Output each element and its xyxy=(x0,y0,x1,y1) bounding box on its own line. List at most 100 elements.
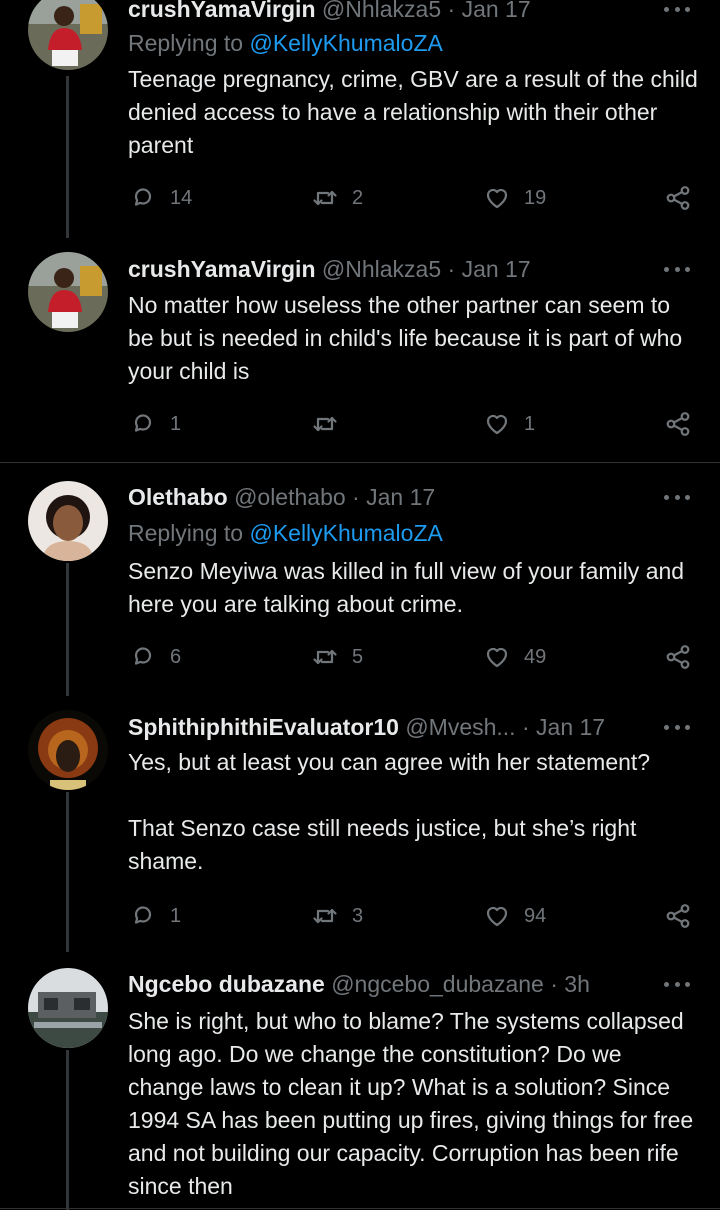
timestamp[interactable]: Jan 17 xyxy=(462,256,531,282)
reply-count: 1 xyxy=(170,412,182,435)
reply-count: 14 xyxy=(170,186,193,209)
reply-icon xyxy=(134,647,152,665)
retweet-icon xyxy=(313,649,337,665)
reply-icon xyxy=(134,188,152,206)
more-icon[interactable] xyxy=(664,254,690,284)
retweet-count: 2 xyxy=(352,186,364,209)
user-handle[interactable]: @olethabo xyxy=(234,484,346,510)
tweet[interactable]: Ngcebo dubazane @ngcebo_dubazane · 3h Sh… xyxy=(0,952,720,1210)
replying-to-prefix: Replying to xyxy=(128,520,250,546)
avatar-photo xyxy=(28,252,108,332)
retweet-icon xyxy=(313,416,337,432)
reply-button[interactable]: 6 xyxy=(128,639,181,675)
tweet-actions: 1 1 xyxy=(128,406,698,442)
avatar[interactable] xyxy=(28,252,108,332)
share-button[interactable] xyxy=(663,180,693,216)
tweet-actions: 1 3 94 xyxy=(128,898,698,934)
tweet-text: No matter how useless the other partner … xyxy=(128,292,683,384)
tweet-header: Olethabo @olethabo · Jan 17 xyxy=(128,482,650,512)
retweet-button[interactable] xyxy=(310,406,352,442)
user-handle[interactable]: @Mvesh... xyxy=(405,714,515,740)
mention-link[interactable]: @KellyKhumaloZA xyxy=(249,30,442,56)
thread-line xyxy=(66,76,69,238)
replying-to-prefix: Replying to xyxy=(128,30,250,56)
tweet-actions: 6 5 49 xyxy=(128,639,698,675)
tweet-text: Senzo Meyiwa was killed in full view of … xyxy=(128,558,685,617)
timestamp[interactable]: Jan 17 xyxy=(366,484,435,510)
heart-icon xyxy=(486,647,508,668)
retweet-count: 5 xyxy=(352,645,364,668)
more-icon[interactable] xyxy=(664,482,690,512)
more-icon[interactable] xyxy=(664,969,690,999)
reply-icon xyxy=(134,414,152,432)
like-count: 19 xyxy=(524,186,547,209)
share-button[interactable] xyxy=(663,898,693,934)
thread-line xyxy=(66,792,69,952)
tweet[interactable]: Olethabo @olethabo · Jan 17 Replying to … xyxy=(0,463,720,696)
retweet-icon xyxy=(313,190,337,206)
mention-link[interactable]: @KellyKhumaloZA xyxy=(249,520,442,546)
share-icon xyxy=(666,645,690,669)
display-name[interactable]: Olethabo xyxy=(128,484,228,510)
divider xyxy=(0,1208,720,1209)
avatar[interactable] xyxy=(28,481,108,561)
heart-icon xyxy=(486,414,508,435)
tweet[interactable]: crushYamaVirgin @Nhlakza5 · Jan 17 Reply… xyxy=(0,0,720,238)
replying-to: Replying to @KellyKhumaloZA xyxy=(128,518,443,548)
like-button[interactable]: 1 xyxy=(482,406,535,442)
thread-line xyxy=(66,1050,69,1210)
user-handle[interactable]: @Nhlakza5 xyxy=(322,256,441,282)
retweet-count: 3 xyxy=(352,904,364,927)
like-button[interactable]: 49 xyxy=(482,639,546,675)
avatar[interactable] xyxy=(28,710,108,790)
timestamp[interactable]: Jan 17 xyxy=(536,714,605,740)
share-icon xyxy=(666,904,690,928)
like-count: 1 xyxy=(524,412,536,435)
tweet-text: Teenage pregnancy, crime, GBV are a resu… xyxy=(128,66,698,158)
share-icon xyxy=(666,186,690,210)
avatar-photo xyxy=(28,481,108,561)
separator: · xyxy=(515,714,537,740)
tweet-header: crushYamaVirgin @Nhlakza5 · Jan 17 xyxy=(128,254,650,284)
tweet[interactable]: crushYamaVirgin @Nhlakza5 · Jan 17 No ma… xyxy=(0,238,720,462)
display-name[interactable]: Ngcebo dubazane xyxy=(128,971,325,997)
display-name[interactable]: crushYamaVirgin xyxy=(128,0,316,22)
separator: · xyxy=(345,484,367,510)
avatar[interactable] xyxy=(28,968,108,1048)
like-count: 49 xyxy=(524,645,547,668)
heart-icon xyxy=(486,906,508,927)
retweet-button[interactable]: 2 xyxy=(310,180,363,216)
user-handle[interactable]: @Nhlakza5 xyxy=(322,0,441,22)
tweet-header: SphithiphithiEvaluator10 @Mvesh... · Jan… xyxy=(128,712,650,742)
replying-to: Replying to @KellyKhumaloZA xyxy=(128,28,443,58)
tweet-text: Yes, but at least you can agree with her… xyxy=(128,749,651,874)
reply-button[interactable]: 14 xyxy=(128,180,192,216)
reply-count: 6 xyxy=(170,645,182,668)
timestamp[interactable]: 3h xyxy=(564,971,590,997)
reply-count: 1 xyxy=(170,904,182,927)
timestamp[interactable]: Jan 17 xyxy=(462,0,531,22)
reply-icon xyxy=(134,906,152,924)
tweet-header: Ngcebo dubazane @ngcebo_dubazane · 3h xyxy=(128,969,650,999)
more-icon[interactable] xyxy=(664,0,690,24)
reply-button[interactable]: 1 xyxy=(128,898,181,934)
heart-icon xyxy=(486,188,508,209)
display-name[interactable]: SphithiphithiEvaluator10 xyxy=(128,714,399,740)
user-handle[interactable]: @ngcebo_dubazane xyxy=(331,971,544,997)
share-button[interactable] xyxy=(663,406,693,442)
retweet-button[interactable]: 3 xyxy=(310,898,363,934)
avatar-photo xyxy=(28,968,108,1048)
like-button[interactable]: 19 xyxy=(482,180,546,216)
share-button[interactable] xyxy=(663,639,693,675)
tweet-header: crushYamaVirgin @Nhlakza5 · Jan 17 xyxy=(128,0,650,24)
display-name[interactable]: crushYamaVirgin xyxy=(128,256,316,282)
more-icon[interactable] xyxy=(664,712,690,742)
avatar-photo xyxy=(28,710,108,790)
like-button[interactable]: 94 xyxy=(482,898,546,934)
retweet-button[interactable]: 5 xyxy=(310,639,363,675)
avatar[interactable] xyxy=(28,0,108,70)
separator: · xyxy=(543,971,565,997)
tweet[interactable]: SphithiphithiEvaluator10 @Mvesh... · Jan… xyxy=(0,696,720,952)
thread-line xyxy=(66,563,69,696)
reply-button[interactable]: 1 xyxy=(128,406,181,442)
